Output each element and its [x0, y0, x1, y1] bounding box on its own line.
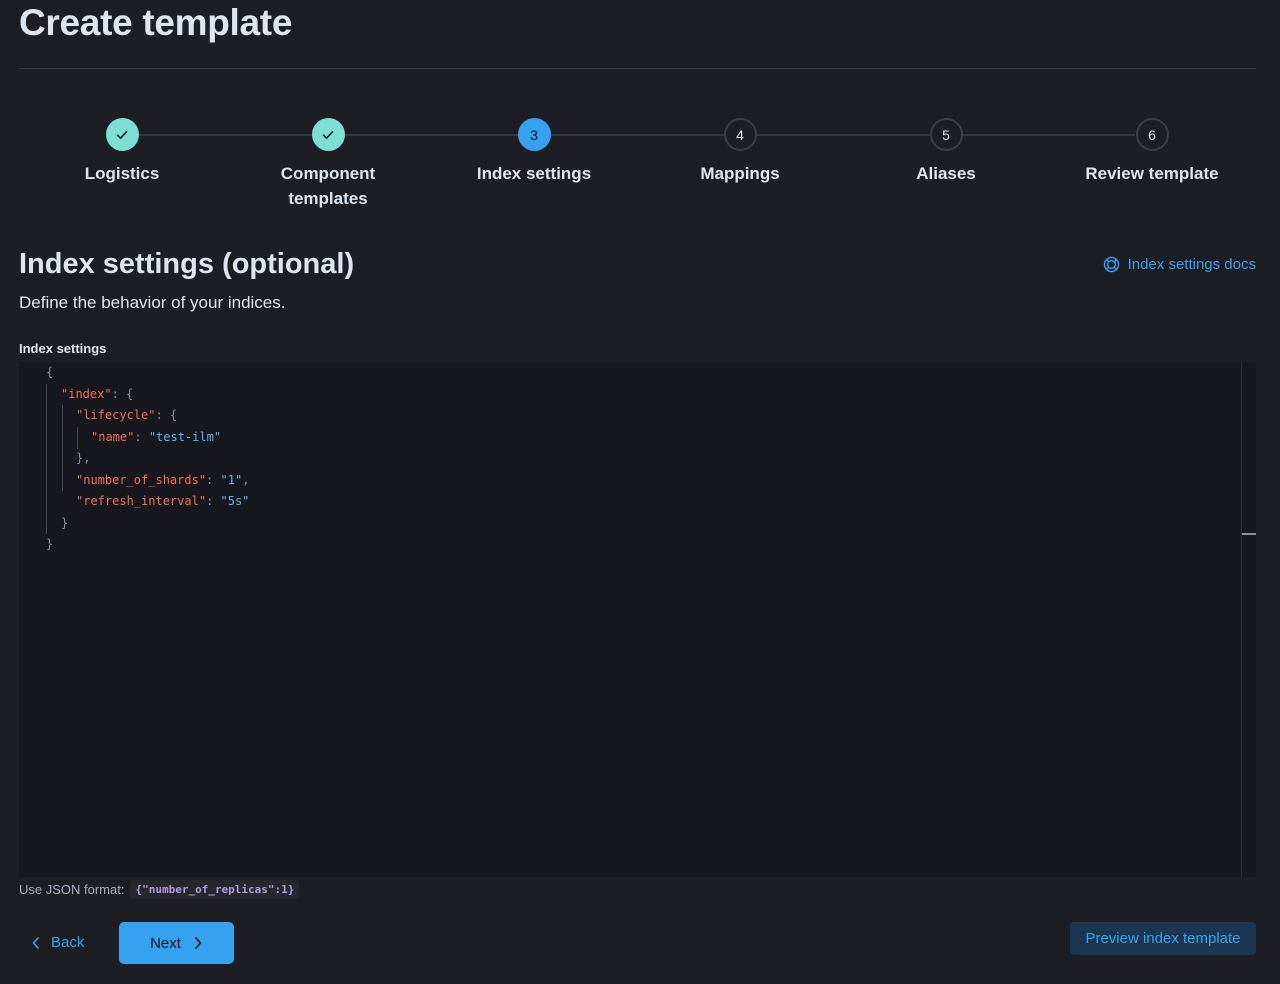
indent-guide: [62, 405, 63, 491]
step-mappings[interactable]: 4 Mappings: [637, 118, 843, 186]
step-number[interactable]: 4: [723, 118, 757, 151]
stepper: Logistics Component templates 3 Index se…: [19, 118, 1256, 218]
step-number[interactable]: 3: [517, 118, 551, 151]
json-code-editor[interactable]: { "index": { "lifecycle": { "name": "tes…: [19, 362, 1256, 877]
back-button-label[interactable]: Back: [51, 934, 84, 951]
check-icon: [322, 130, 334, 139]
step-index-settings[interactable]: 3 Index settings: [431, 118, 637, 186]
step-component-templates[interactable]: Component templates: [225, 118, 431, 211]
code-line: },: [76, 451, 91, 465]
code-value: "1": [220, 473, 243, 487]
step-label[interactable]: Review template: [1049, 161, 1255, 186]
step-label[interactable]: Component templates: [225, 161, 431, 211]
code-key: "name": [91, 430, 135, 444]
code-key: "refresh_interval": [76, 494, 207, 508]
indent-guide: [46, 384, 47, 534]
editor-overview-ruler-mark: [1242, 533, 1256, 535]
step-logistics[interactable]: Logistics: [19, 118, 225, 186]
index-settings-docs-link[interactable]: Index settings docs: [1103, 256, 1256, 273]
code-value: "5s": [220, 494, 250, 508]
code-line: {: [46, 365, 54, 379]
section-title: Index settings (optional): [19, 248, 355, 280]
code-key: "index": [61, 387, 112, 401]
code-line: }: [61, 516, 69, 530]
step-label[interactable]: Index settings: [431, 161, 637, 186]
chevron-right-icon: [195, 937, 202, 949]
help-example-code: {"number_of_replicas":1}: [130, 880, 300, 899]
code-line: "index": {: [61, 387, 134, 401]
step-label[interactable]: Mappings: [637, 161, 843, 186]
section-description: Define the behavior of your indices.: [19, 293, 286, 312]
docs-link-label[interactable]: Index settings docs: [1128, 256, 1256, 273]
editor-label: Index settings: [19, 341, 107, 356]
code-line: "name": "test-ilm": [91, 430, 222, 444]
step-label[interactable]: Aliases: [843, 161, 1049, 186]
step-complete-badge[interactable]: [311, 118, 345, 151]
next-button[interactable]: Next: [119, 922, 234, 964]
page-title: Create template: [19, 2, 293, 43]
step-label[interactable]: Logistics: [19, 161, 225, 186]
check-icon: [116, 130, 128, 139]
code-line: "lifecycle": {: [76, 408, 178, 422]
help-lifebuoy-icon: [1103, 256, 1119, 273]
editor-help-text: Use JSON format: {"number_of_replicas":1…: [19, 880, 300, 899]
step-number[interactable]: 5: [929, 118, 963, 151]
code-key: "lifecycle": [76, 408, 156, 422]
step-aliases[interactable]: 5 Aliases: [843, 118, 1049, 186]
code-line: }: [46, 537, 54, 551]
step-review-template[interactable]: 6 Review template: [1049, 118, 1255, 186]
code-key: "number_of_shards": [76, 473, 207, 487]
editor-scrollbar[interactable]: [1241, 362, 1242, 877]
title-divider: [19, 68, 1256, 69]
code-line: "number_of_shards": "1",: [76, 473, 250, 487]
preview-index-template-button[interactable]: Preview index template: [1070, 922, 1256, 955]
help-prefix: Use JSON format:: [19, 882, 125, 897]
code-line: "refresh_interval": "5s": [76, 494, 250, 508]
step-complete-badge[interactable]: [105, 118, 139, 151]
next-button-label[interactable]: Next: [150, 935, 181, 952]
step-number[interactable]: 6: [1135, 118, 1169, 151]
back-button[interactable]: Back: [19, 922, 96, 963]
code-value: "test-ilm": [148, 430, 222, 444]
indent-guide: [77, 427, 78, 449]
chevron-left-icon: [32, 936, 39, 949]
